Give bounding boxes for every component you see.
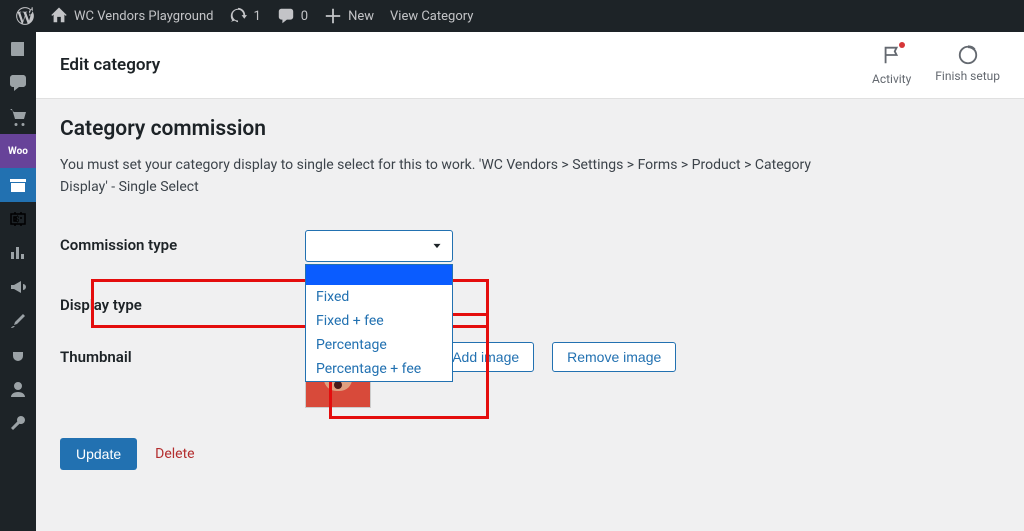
comments-count: 0 [301, 9, 308, 24]
sidebar-item-users[interactable] [0, 372, 36, 406]
notification-dot [899, 42, 905, 48]
display-type-row: Display type [60, 290, 1000, 314]
display-type-label: Display type [60, 290, 305, 314]
commission-type-select[interactable] [305, 230, 453, 262]
updates-count: 1 [253, 9, 260, 24]
select-option-percentage-fee[interactable]: Percentage + fee [306, 357, 452, 381]
money-icon: $ [8, 209, 28, 229]
sidebar: Woo $ [0, 32, 36, 531]
comments-link[interactable]: 0 [269, 0, 316, 32]
remove-image-button[interactable]: Remove image [552, 342, 676, 372]
sidebar-item-marketing[interactable] [0, 270, 36, 304]
chevron-down-icon [430, 239, 444, 253]
plus-icon [324, 7, 342, 25]
page-title: Edit category [60, 55, 160, 75]
user-icon [8, 379, 28, 399]
sidebar-item-dashboard[interactable] [0, 32, 36, 66]
commission-type-label: Commission type [60, 230, 305, 262]
view-link[interactable]: View Category [382, 0, 481, 32]
home-icon [50, 7, 68, 25]
select-option-fixed[interactable]: Fixed [306, 285, 452, 309]
wrench-icon [8, 413, 28, 433]
finish-setup-button[interactable]: Finish setup [935, 44, 1000, 86]
delete-link[interactable]: Delete [155, 446, 194, 462]
select-option-percentage[interactable]: Percentage [306, 333, 452, 357]
finish-setup-label: Finish setup [935, 69, 1000, 83]
woo-logo: Woo [5, 146, 31, 157]
plug-icon [8, 345, 28, 365]
updates-link[interactable]: 1 [221, 0, 268, 32]
site-link[interactable]: WC Vendors Playground [42, 0, 221, 32]
header-actions: Activity Finish setup [872, 44, 1000, 86]
actions-row: Update Delete [60, 438, 1000, 470]
megaphone-icon [8, 277, 28, 297]
update-button[interactable]: Update [60, 438, 137, 470]
sidebar-item-cart[interactable] [0, 100, 36, 134]
chart-icon [8, 243, 28, 263]
sidebar-item-plugins[interactable] [0, 338, 36, 372]
site-name: WC Vendors Playground [74, 9, 213, 24]
sidebar-item-payments[interactable]: $ [0, 202, 36, 236]
brush-icon [8, 311, 28, 331]
cart-icon [8, 107, 28, 127]
sidebar-item-products[interactable] [0, 168, 36, 202]
sidebar-item-analytics[interactable] [0, 236, 36, 270]
section-title: Category commission [60, 117, 1000, 141]
body: Category commission You must set your ca… [36, 99, 1024, 488]
commission-type-row: Commission type Fixed Fixed + fee Percen… [60, 230, 1000, 262]
thumbnail-label: Thumbnail [60, 342, 305, 408]
select-option-fixed-fee[interactable]: Fixed + fee [306, 309, 452, 333]
archive-icon [8, 175, 28, 195]
new-link[interactable]: New [316, 0, 382, 32]
main-content: Edit category Activity Finish setup Cate… [36, 32, 1024, 531]
svg-text:$: $ [15, 215, 20, 224]
comment-icon [8, 73, 28, 93]
select-option-blank[interactable] [306, 265, 452, 285]
book-icon [8, 39, 28, 59]
activity-button[interactable]: Activity [872, 44, 911, 86]
progress-icon [957, 44, 979, 66]
sidebar-item-appearance[interactable] [0, 304, 36, 338]
update-icon [229, 7, 247, 25]
comment-icon [277, 7, 295, 25]
new-label: New [348, 9, 374, 24]
admin-bar: WC Vendors Playground 1 0 New View Categ… [0, 0, 1024, 32]
section-description: You must set your category display to si… [60, 155, 850, 198]
page-header: Edit category Activity Finish setup [36, 32, 1024, 99]
sidebar-item-comments[interactable] [0, 66, 36, 100]
thumbnail-row: Thumbnail Upload/Add image Remove image [60, 342, 1000, 408]
commission-type-control: Fixed Fixed + fee Percentage Percentage … [305, 230, 1000, 262]
activity-label: Activity [872, 72, 911, 86]
commission-type-dropdown: Fixed Fixed + fee Percentage Percentage … [305, 264, 453, 382]
sidebar-item-woo[interactable]: Woo [0, 134, 36, 168]
view-label: View Category [390, 9, 473, 24]
sidebar-item-tools[interactable] [0, 406, 36, 440]
wp-logo[interactable] [8, 0, 42, 32]
wordpress-icon [16, 7, 34, 25]
